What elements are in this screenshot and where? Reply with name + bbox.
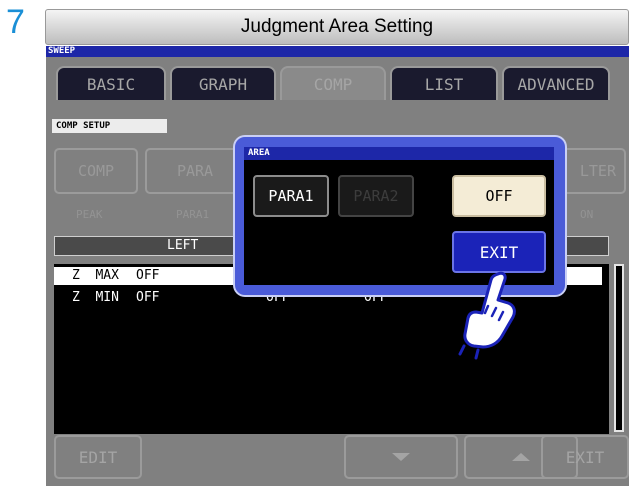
area-dialog: AREA PARA1 PARA2 OFF EXIT [244, 147, 554, 285]
row-left-value: OFF [136, 268, 160, 283]
tab-list[interactable]: LIST [390, 66, 498, 100]
footer-exit-button[interactable]: EXIT [541, 435, 629, 479]
triangle-down-icon [392, 453, 410, 461]
dialog-exit-button[interactable]: EXIT [452, 231, 546, 273]
triangle-up-icon [512, 453, 530, 461]
on-value: ON [580, 208, 594, 221]
tab-graph[interactable]: GRAPH [170, 66, 276, 100]
peak-value: PEAK [76, 208, 103, 221]
column-left-label: LEFT [167, 238, 199, 253]
scroll-down-button[interactable] [344, 435, 458, 479]
tab-advanced[interactable]: ADVANCED [502, 66, 610, 100]
edit-button[interactable]: EDIT [54, 435, 142, 479]
row-name: Z MAX [72, 268, 119, 283]
scrollbar[interactable] [614, 264, 624, 432]
mode-bar: SWEEP [46, 46, 629, 57]
section-label: COMP SETUP [52, 119, 167, 133]
dialog-title: AREA [244, 147, 554, 160]
off-button[interactable]: OFF [452, 175, 546, 217]
para1-button[interactable]: PARA1 [253, 175, 329, 217]
page-title: Judgment Area Setting [240, 16, 434, 37]
column-header-left: LEFT [54, 236, 234, 256]
para2-button[interactable]: PARA2 [338, 175, 414, 217]
mode-label: SWEEP [48, 46, 76, 56]
row-name: Z MIN [72, 290, 119, 305]
comp-button[interactable]: COMP [54, 148, 138, 194]
para1-value: PARA1 [176, 208, 210, 221]
step-number: 7 [6, 3, 25, 41]
row-left-value: OFF [136, 290, 160, 305]
para-button[interactable]: PARA [145, 148, 245, 194]
tab-basic[interactable]: BASIC [56, 66, 166, 100]
heading-bar: Judgment Area Setting [45, 9, 629, 45]
pointing-hand-icon [458, 271, 516, 360]
tab-comp[interactable]: COMP [280, 66, 386, 100]
